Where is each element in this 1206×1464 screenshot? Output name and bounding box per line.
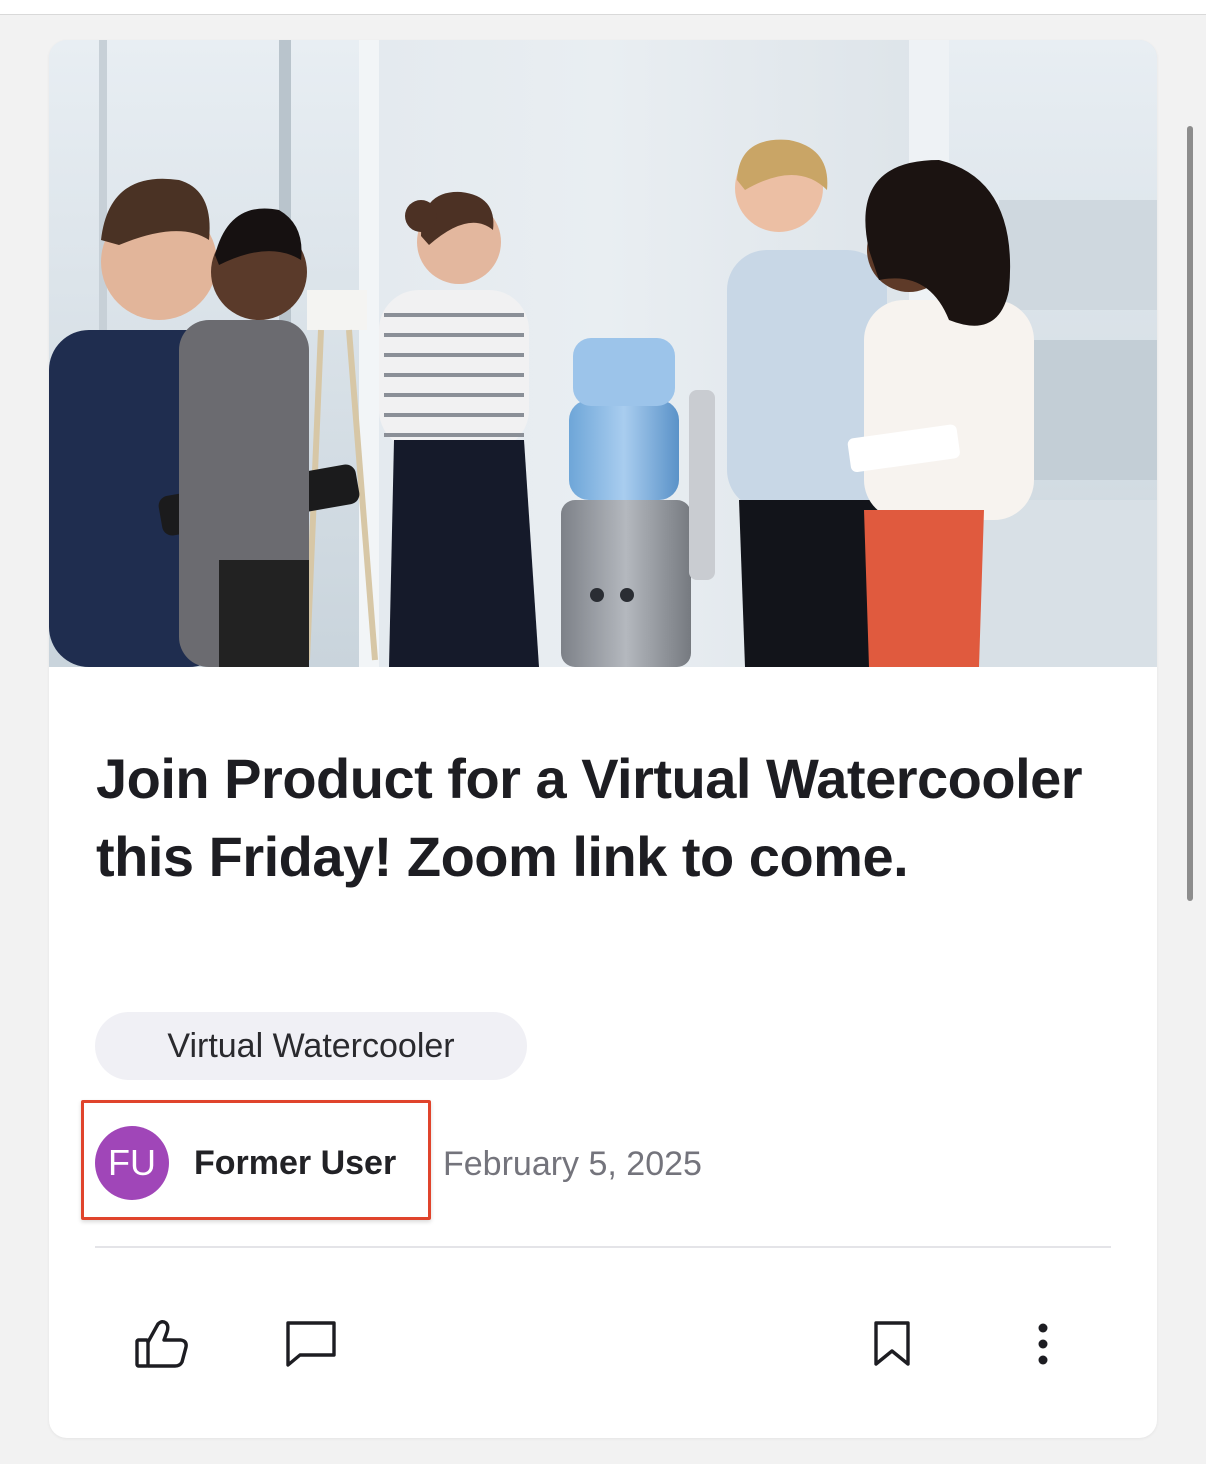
post-cover-image	[49, 40, 1157, 667]
category-tag[interactable]: Virtual Watercooler	[95, 1012, 527, 1080]
thumbs-up-icon	[135, 1320, 188, 1368]
scrollbar-thumb[interactable]	[1187, 126, 1193, 901]
bookmark-icon	[874, 1321, 910, 1366]
top-bar	[0, 0, 1206, 15]
divider	[95, 1246, 1111, 1248]
more-options-button[interactable]	[1011, 1312, 1075, 1376]
scrollbar[interactable]	[1184, 126, 1196, 901]
like-button[interactable]	[130, 1312, 194, 1376]
comment-button[interactable]	[279, 1312, 343, 1376]
bookmark-button[interactable]	[860, 1312, 924, 1376]
post-title[interactable]: Join Product for a Virtual Watercooler t…	[96, 740, 1086, 896]
more-vertical-icon	[1038, 1323, 1048, 1365]
post-date: February 5, 2025	[443, 1145, 702, 1183]
comment-icon	[286, 1321, 336, 1367]
post-card[interactable]: Join Product for a Virtual Watercooler t…	[49, 40, 1157, 1438]
avatar[interactable]: FU	[95, 1126, 169, 1200]
author-info[interactable]: FU Former User	[95, 1126, 396, 1200]
author-name[interactable]: Former User	[194, 1144, 396, 1183]
